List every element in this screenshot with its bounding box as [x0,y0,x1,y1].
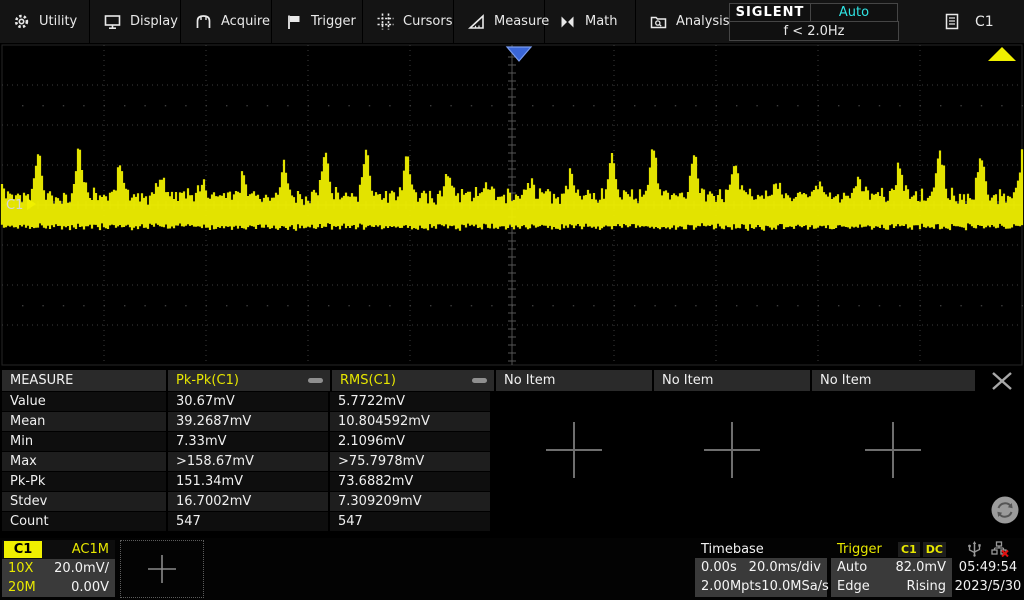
measure-value-pkpk: 7.33mV [168,432,328,451]
measure-row-label: Count [2,512,166,531]
trigger-title: Trigger [837,542,882,557]
usb-icon [968,541,981,557]
measure-value-rms: >75.7978mV [330,452,490,471]
measure-panel: MEASURE Pk-Pk(C1) RMS(C1) No Item No Ite… [0,368,1024,534]
measure-value-rms: 73.6882mV [330,472,490,491]
bottom-status-bar: C1 AC1M 10X 20.0mV/ 20M 0.00V [0,538,1024,600]
channel1-bandwidth: 20M [8,580,36,595]
channel1-descriptor-box[interactable]: C1 AC1M 10X 20.0mV/ 20M 0.00V [2,540,115,597]
measure-column-empty-1[interactable]: No Item [496,370,652,391]
measure-value-rms: 10.804592mV [330,412,490,431]
measure-value-pkpk: 151.34mV [168,472,328,491]
measure-value-pkpk: 30.67mV [168,392,328,411]
measure-value-pkpk: >158.67mV [168,452,328,471]
lan-disconnected-icon [991,541,1009,557]
table-row: Mean 39.2687mV 10.804592mV [2,412,494,431]
measure-value-rms: 547 [330,512,490,531]
add-measurement-button[interactable] [861,418,925,482]
measure-row-label: Stdev [2,492,166,511]
table-row: Min 7.33mV 2.1096mV [2,432,494,451]
trigger-mode: Auto [837,560,867,575]
channel1-scale: 20.0mV/ [54,561,109,576]
measure-column-pkpk[interactable]: Pk-Pk(C1) [168,370,330,391]
timebase-points: 2.00Mpts [701,579,761,594]
channel1-probe: 10X [8,561,33,576]
measure-column-empty-3[interactable]: No Item [812,370,975,391]
measure-panel-title: MEASURE [2,370,166,391]
add-measurement-button[interactable] [700,418,764,482]
trigger-position-marker[interactable] [507,47,531,61]
channel1-coupling: AC1M [72,542,109,557]
channel1-offset: 0.00V [71,580,109,595]
measure-row-label: Mean [2,412,166,431]
timebase-descriptor-box[interactable]: Timebase 0.00s 20.0ms/div 2.00Mpts 10.0M… [695,540,827,597]
gesture-knob-button[interactable] [990,495,1020,525]
add-measurement-button[interactable] [542,418,606,482]
timebase-scale: 20.0ms/div [749,560,821,575]
clock-time: 05:49:54 [959,558,1017,577]
close-icon [990,371,1014,391]
measure-value-rms: 7.309209mV [330,492,490,511]
trigger-slope: Rising [906,579,946,594]
trigger-level-marker[interactable] [988,47,1016,61]
measure-value-rms: 5.7722mV [330,392,490,411]
remove-measurement-button[interactable] [472,378,487,383]
measure-table: Value 30.67mV 5.7722mV Mean 39.2687mV 10… [2,392,494,532]
timebase-title: Timebase [701,542,764,557]
channel1-badge: C1 [4,541,42,558]
measure-value-pkpk: 16.7002mV [168,492,328,511]
clock-status-box: 05:49:54 2023/5/30 [953,540,1023,597]
measure-column-empty-2[interactable]: No Item [654,370,810,391]
add-channel-button[interactable] [120,540,204,598]
clock-date: 2023/5/30 [955,577,1022,596]
measure-row-label: Min [2,432,166,451]
remove-measurement-button[interactable] [308,378,323,383]
trigger-descriptor-box[interactable]: Trigger C1 DC Auto 82.0mV Edge Rising [831,540,952,597]
svg-text:C1: C1 [6,198,23,213]
trigger-coupling-badge: DC [923,542,946,557]
table-row: Max >158.67mV >75.7978mV [2,452,494,471]
table-row: Count 547 547 [2,512,494,531]
trigger-level: 82.0mV [895,560,946,575]
table-row: Value 30.67mV 5.7722mV [2,392,494,411]
measure-row-label: Value [2,392,166,411]
trigger-type: Edge [837,579,870,594]
measure-row-label: Pk-Pk [2,472,166,491]
measure-value-pkpk: 39.2687mV [168,412,328,431]
timebase-delay: 0.00s [701,560,737,575]
measure-value-rms: 2.1096mV [330,432,490,451]
close-measure-panel-button[interactable] [986,370,1018,392]
trigger-source-badge: C1 [898,542,920,557]
measure-value-pkpk: 547 [168,512,328,531]
plus-icon [144,551,180,587]
measure-column-rms[interactable]: RMS(C1) [332,370,494,391]
measure-row-label: Max [2,452,166,471]
timebase-samplerate: 10.0MSa/s [761,579,829,594]
oscilloscope-screen: Utility Display Acquire Trigger [0,0,1024,600]
table-row: Pk-Pk 151.34mV 73.6882mV [2,472,494,491]
table-row: Stdev 16.7002mV 7.309209mV [2,492,494,511]
